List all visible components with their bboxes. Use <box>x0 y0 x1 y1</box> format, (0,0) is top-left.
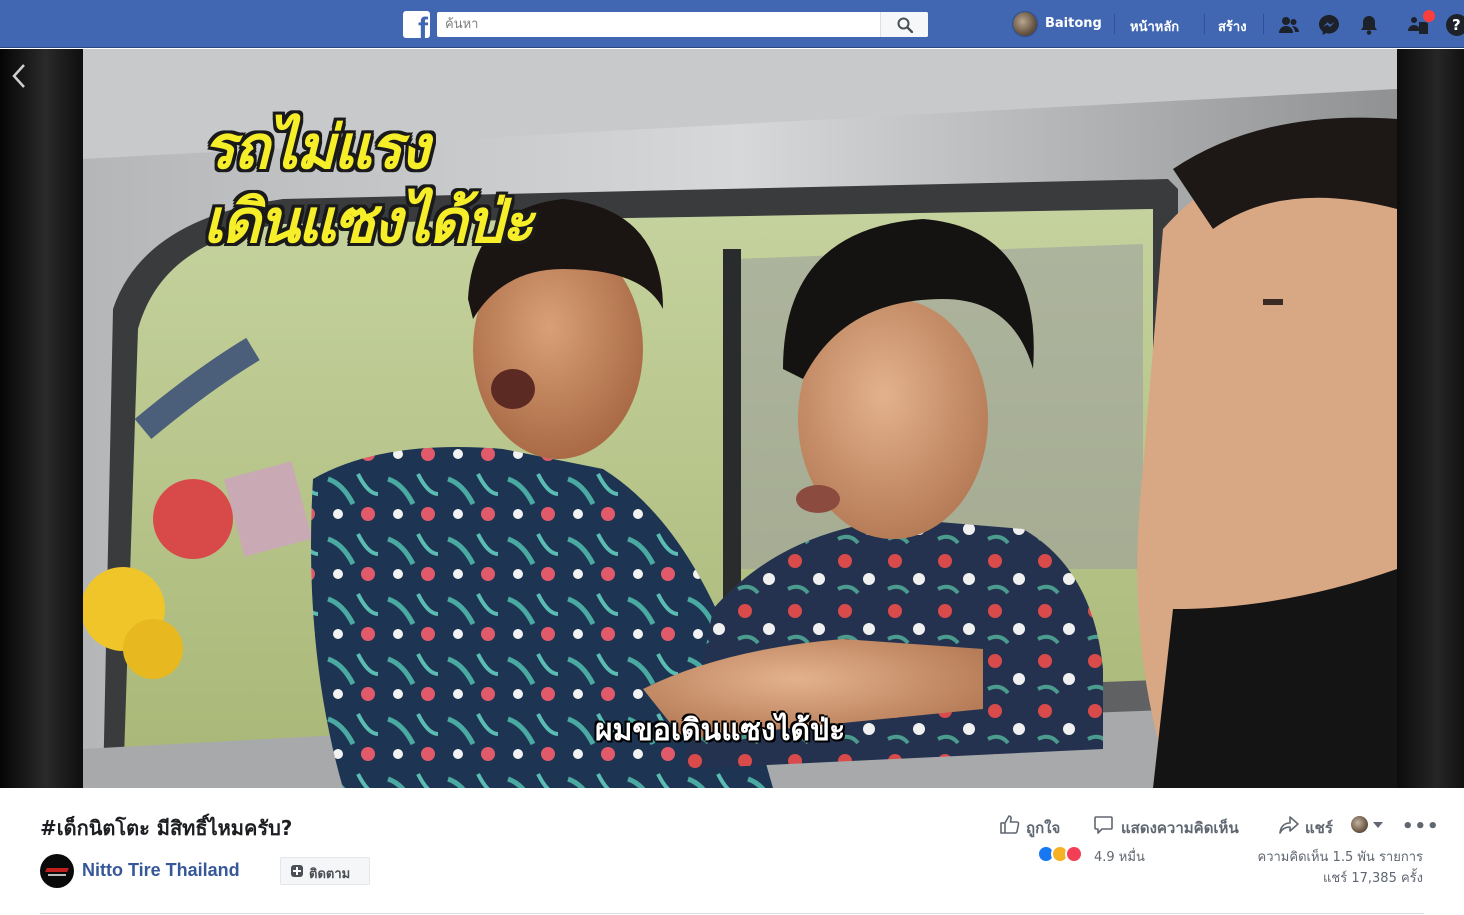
comment-icon <box>1094 816 1113 834</box>
like-button[interactable]: ถูกใจ <box>999 814 1071 837</box>
notification-badge <box>1422 9 1436 23</box>
messenger-icon[interactable] <box>1318 14 1340 36</box>
back-arrow-icon[interactable] <box>10 63 30 89</box>
page-avatar[interactable] <box>40 854 74 888</box>
reaction-icons[interactable] <box>1037 845 1091 863</box>
comment-label: แสดงความคิดเห็น <box>1121 819 1239 837</box>
nav-create-link[interactable]: สร้าง <box>1218 16 1247 37</box>
help-glyph: ? <box>1452 16 1461 34</box>
shares-count[interactable]: แชร์ 17,385 ครั้ง <box>1323 867 1423 888</box>
post-title: #เด็กนิตโตะ มีสิทธิ์ไหมครับ? <box>40 816 293 840</box>
love-reaction-icon <box>1065 845 1083 863</box>
thumbs-up-icon <box>1000 815 1020 834</box>
share-button[interactable]: แชร์ <box>1278 814 1340 837</box>
video-frame: รถไม่แรง เดินแซงได้ป่ะ ผมขอเดินแซงได้ป่ะ <box>83 49 1397 788</box>
share-arrow-icon <box>1279 816 1299 834</box>
search-button[interactable] <box>880 12 928 37</box>
comments-count[interactable]: ความคิดเห็น 1.5 พัน รายการ <box>1258 846 1423 867</box>
profile-name: Baitong <box>1045 16 1102 31</box>
page-name-link[interactable]: Nitto Tire Thailand <box>82 860 240 881</box>
overlay-title-line2: เดินแซงได้ป่ะ <box>203 187 534 257</box>
search-box <box>437 12 928 37</box>
like-label: ถูกใจ <box>1026 819 1061 837</box>
help-icon[interactable]: ? <box>1446 14 1464 36</box>
left-gutter <box>0 49 83 788</box>
reaction-count[interactable]: 4.9 หมื่น <box>1094 846 1145 867</box>
chevron-down-icon[interactable] <box>1373 822 1383 828</box>
nav-home-link[interactable]: หน้าหลัก <box>1130 16 1179 37</box>
facebook-logo-glyph: f <box>418 12 428 39</box>
notifications-icon[interactable] <box>1358 14 1380 36</box>
follow-label: ติดตาม <box>309 867 351 882</box>
nav-divider <box>1114 14 1115 34</box>
follow-plus-icon <box>291 865 303 877</box>
right-gutter <box>1397 49 1464 788</box>
share-label: แชร์ <box>1305 819 1333 837</box>
share-audience-avatar[interactable] <box>1351 816 1368 833</box>
search-input[interactable] <box>437 12 885 37</box>
friends-icon[interactable] <box>1278 14 1300 36</box>
divider <box>40 913 1424 914</box>
top-navigation-bar: f Baitong หน้าหลัก สร้าง ? <box>0 0 1464 48</box>
nav-divider <box>1263 14 1264 34</box>
facebook-logo[interactable]: f <box>403 11 430 38</box>
video-overlay-title: รถไม่แรง เดินแซงได้ป่ะ <box>203 111 643 259</box>
video-subtitle: ผมขอเดินแซงได้ป่ะ <box>595 713 846 748</box>
overlay-title-line1: รถไม่แรง <box>203 113 429 183</box>
avatar <box>1012 11 1038 37</box>
video-player[interactable]: รถไม่แรง เดินแซงได้ป่ะ ผมขอเดินแซงได้ป่ะ <box>0 49 1464 788</box>
search-icon <box>897 17 913 33</box>
follow-button[interactable]: ติดตาม <box>280 857 370 885</box>
more-options-icon[interactable]: ••• <box>1402 816 1440 837</box>
comment-button[interactable]: แสดงความคิดเห็น <box>1093 814 1258 837</box>
nav-divider <box>1204 14 1205 34</box>
